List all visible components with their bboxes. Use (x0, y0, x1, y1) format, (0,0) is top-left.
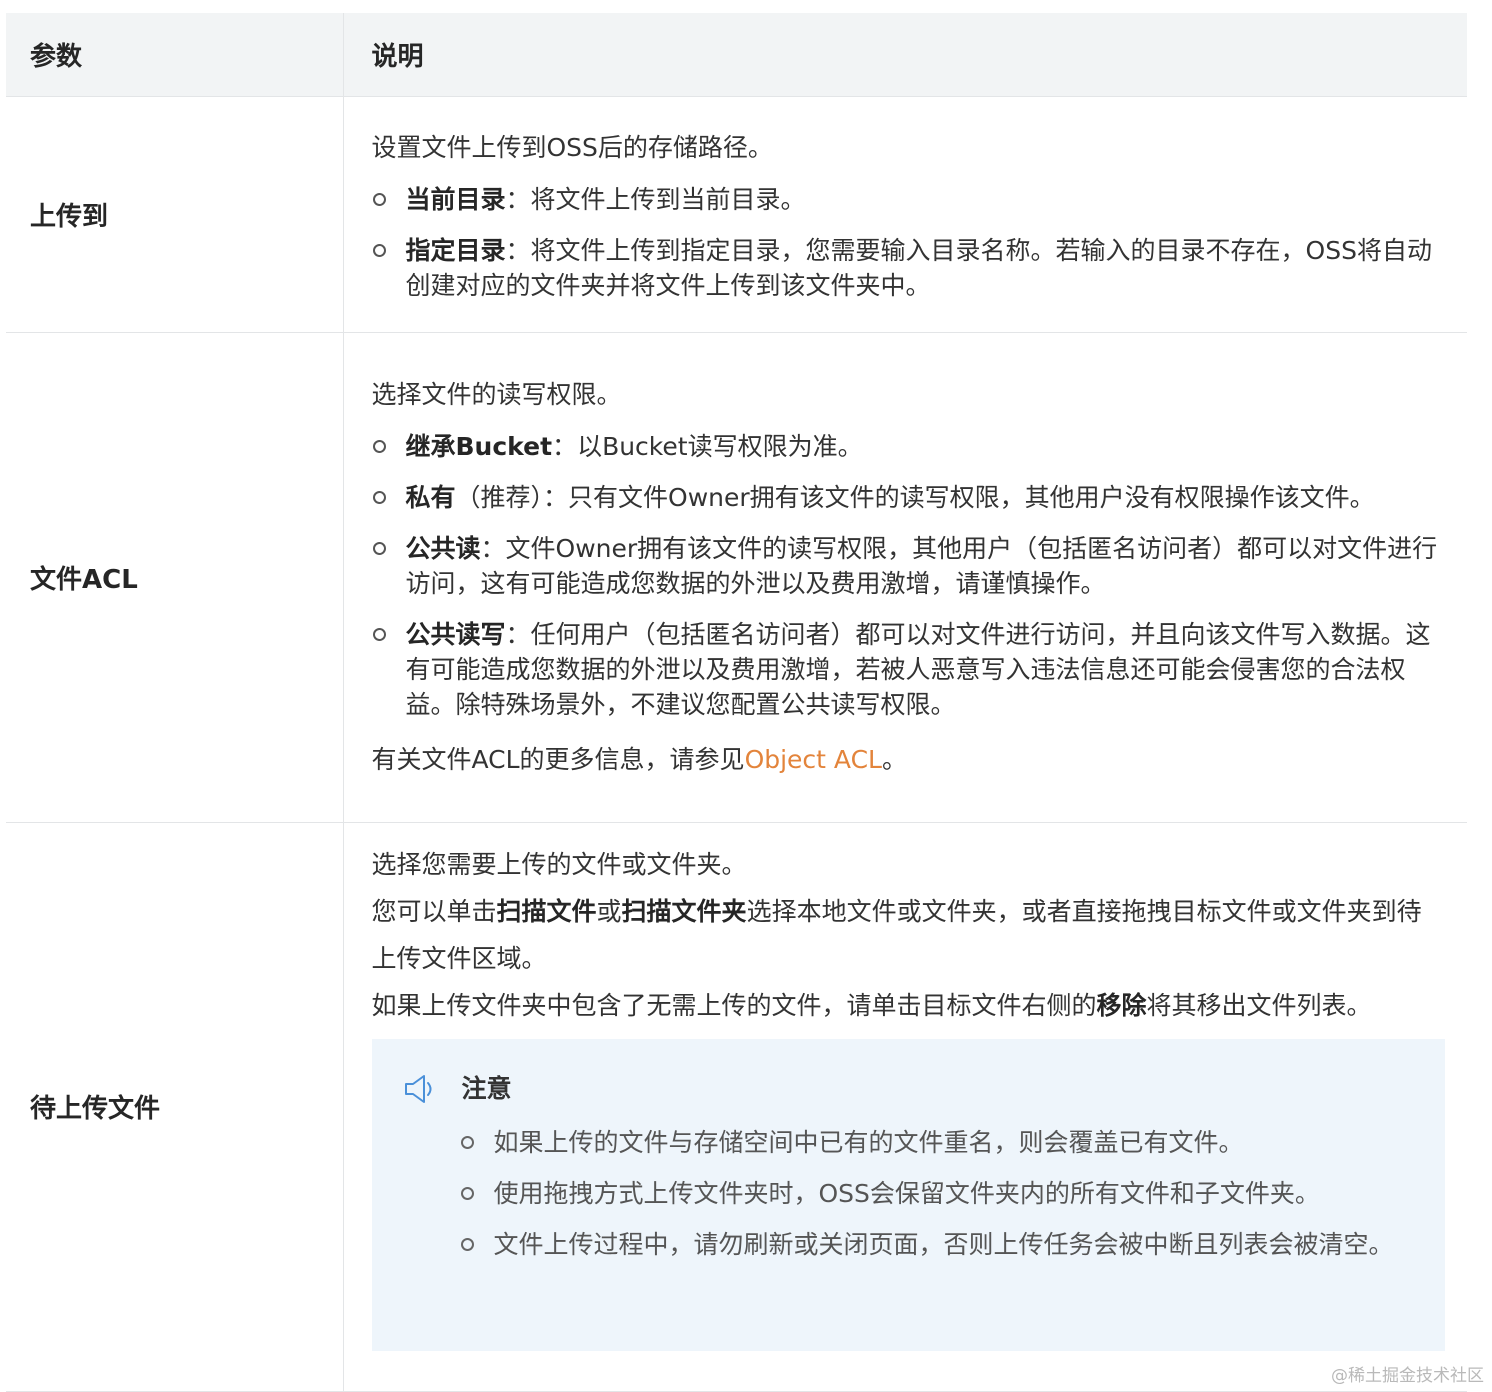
table-row-upload-to: 上传到 设置文件上传到OSS后的存储路径。 当前目录：将文件上传到当前目录。 指… (6, 96, 1467, 333)
table-row-file-acl: 文件ACL 选择文件的读写权限。 继承Bucket：以Bucket读写权限为准。… (6, 332, 1467, 823)
text: 或 (596, 896, 622, 926)
list-item: 当前目录：将文件上传到当前目录。 (372, 182, 1442, 217)
list-item: 公共读写：任何用户（包括匿名访问者）都可以对文件进行访问，并且向该文件写入数据。… (372, 617, 1442, 722)
list-item: 继承Bucket：以Bucket读写权限为准。 (372, 429, 1442, 464)
note-list: 如果上传的文件与存储空间中已有的文件重名，则会覆盖已有文件。 使用拖拽方式上传文… (402, 1125, 1417, 1262)
option-sep: ： (505, 235, 531, 265)
note-box: 注意 如果上传的文件与存储空间中已有的文件重名，则会覆盖已有文件。 使用拖拽方式… (371, 1038, 1445, 1351)
header-desc: 说明 (342, 13, 1467, 97)
list-item: 公共读：文件Owner拥有该文件的读写权限，其他用户（包括匿名访问者）都可以对文… (372, 531, 1442, 601)
param-name: 文件ACL (6, 332, 343, 823)
option-sep: （推荐）： (455, 483, 569, 512)
note-title: 注意 (461, 1074, 512, 1103)
parameter-table: 参数 说明 上传到 设置文件上传到OSS后的存储路径。 当前目录：将文件上传到当… (6, 13, 1467, 1392)
option-sep: ： (552, 432, 578, 461)
acl-more-info: 有关文件ACL的更多信息，请参见Object ACL。 (372, 742, 1442, 777)
option-label: 指定目录 (405, 235, 506, 265)
desc-intro: 选择文件的读写权限。 (371, 380, 622, 409)
option-text: 任何用户（包括匿名访问者）都可以对文件进行访问，并且向该文件写入数据。这有可能造… (405, 620, 1431, 719)
param-name: 待上传文件 (6, 822, 343, 1392)
option-list: 当前目录：将文件上传到当前目录。 指定目录：将文件上传到指定目录，您需要输入目录… (372, 182, 1442, 303)
pending-line-3: 如果上传文件夹中包含了无需上传的文件，请单击目标文件右侧的移除将其移出文件列表。 (372, 982, 1442, 1029)
desc-intro: 设置文件上传到OSS后的存储路径。 (371, 132, 773, 162)
text: 如果上传文件夹中包含了无需上传的文件，请单击目标文件右侧的 (371, 990, 1097, 1020)
param-desc: 设置文件上传到OSS后的存储路径。 当前目录：将文件上传到当前目录。 指定目录：… (342, 96, 1467, 333)
param-desc: 选择文件的读写权限。 继承Bucket：以Bucket读写权限为准。 私有（推荐… (342, 332, 1467, 823)
option-text: 以Bucket读写权限为准。 (577, 432, 863, 461)
option-sep: ： (505, 184, 531, 214)
watermark: @稀土掘金技术社区 (1331, 1366, 1484, 1386)
list-item: 指定目录：将文件上传到指定目录，您需要输入目录名称。若输入的目录不存在，OSS将… (372, 233, 1442, 303)
text: 您可以单击 (371, 896, 497, 926)
table-header-row: 参数 说明 (6, 13, 1467, 97)
scan-files-term: 扫描文件 (496, 896, 597, 926)
list-item: 私有（推荐）：只有文件Owner拥有该文件的读写权限，其他用户没有权限操作该文件… (372, 480, 1442, 515)
scan-folder-term: 扫描文件夹 (621, 896, 747, 926)
speaker-icon (404, 1074, 431, 1103)
option-sep: ： (480, 534, 506, 563)
option-list: 继承Bucket：以Bucket读写权限为准。 私有（推荐）：只有文件Owner… (372, 429, 1442, 722)
more-prefix: 有关文件ACL的更多信息，请参见 (371, 745, 745, 774)
option-label: 私有 (405, 483, 456, 512)
more-suffix: 。 (881, 745, 907, 774)
option-label: 继承Bucket (405, 432, 553, 461)
list-item: 文件上传过程中，请勿刷新或关闭页面，否则上传任务会被中断且列表会被清空。 (460, 1227, 1417, 1262)
option-sep: ： (505, 620, 531, 649)
option-label: 公共读写 (405, 620, 506, 649)
pending-line-2: 您可以单击扫描文件或扫描文件夹选择本地文件或文件夹，或者直接拖拽目标文件或文件夹… (372, 888, 1442, 982)
object-acl-link[interactable]: Object ACL (745, 745, 882, 774)
pending-line-1: 选择您需要上传的文件或文件夹。 (371, 849, 747, 879)
option-text: 将文件上传到当前目录。 (530, 184, 806, 214)
note-header: 注意 (402, 1069, 1417, 1109)
table-row-pending-files: 待上传文件 选择您需要上传的文件或文件夹。 您可以单击扫描文件或扫描文件夹选择本… (6, 822, 1467, 1392)
text: 将其移出文件列表。 (1146, 990, 1372, 1020)
remove-term: 移除 (1096, 990, 1147, 1020)
option-text: 文件Owner拥有该文件的读写权限，其他用户（包括匿名访问者）都可以对文件进行访… (405, 534, 1438, 598)
list-item: 如果上传的文件与存储空间中已有的文件重名，则会覆盖已有文件。 (460, 1125, 1417, 1160)
param-name: 上传到 (6, 96, 343, 333)
header-param: 参数 (6, 13, 343, 97)
option-text: 只有文件Owner拥有该文件的读写权限，其他用户没有权限操作该文件。 (568, 483, 1375, 512)
option-label: 当前目录 (405, 184, 506, 214)
list-item: 使用拖拽方式上传文件夹时，OSS会保留文件夹内的所有文件和子文件夹。 (460, 1176, 1417, 1211)
option-text: 将文件上传到指定目录，您需要输入目录名称。若输入的目录不存在，OSS将自动创建对… (405, 235, 1432, 300)
param-desc: 选择您需要上传的文件或文件夹。 您可以单击扫描文件或扫描文件夹选择本地文件或文件… (342, 822, 1467, 1392)
option-label: 公共读 (405, 534, 481, 563)
